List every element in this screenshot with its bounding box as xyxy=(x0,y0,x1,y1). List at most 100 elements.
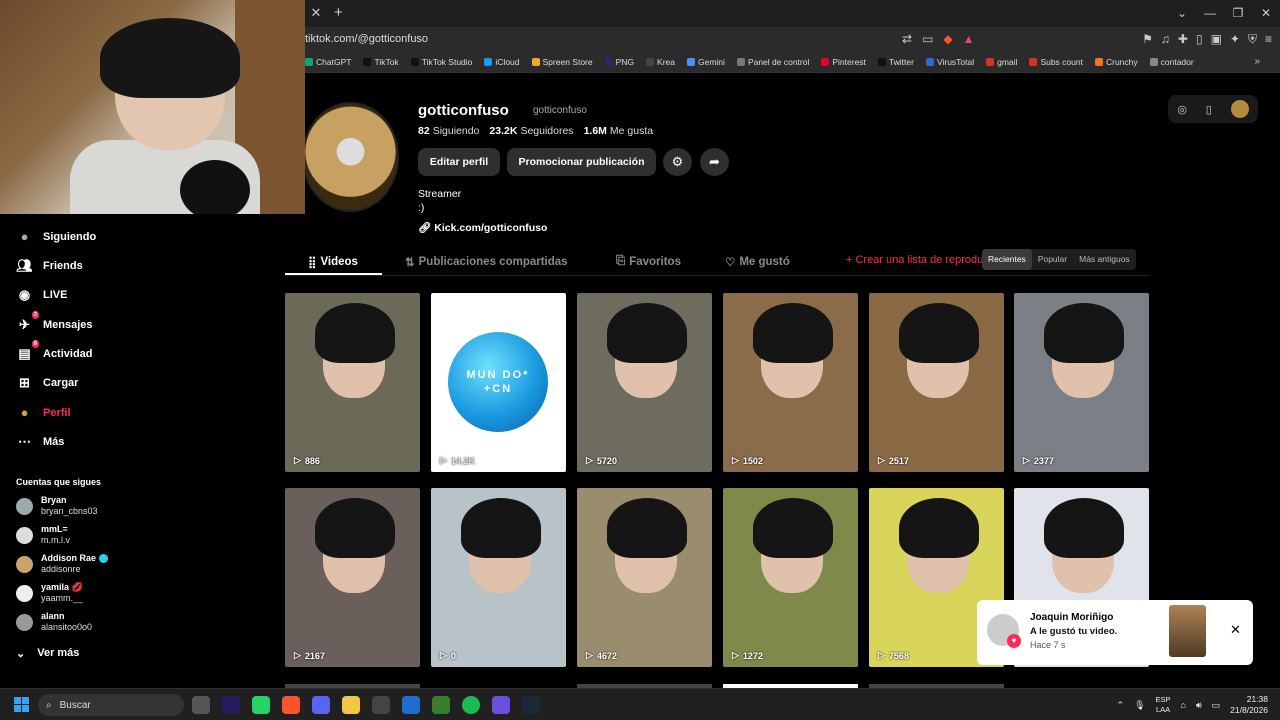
battery-icon[interactable]: ▭ xyxy=(1212,700,1221,711)
video-card[interactable]: ▷ 2517 xyxy=(869,293,1004,472)
network-icon[interactable]: ⌂ xyxy=(1181,700,1186,710)
video-card[interactable]: ▷ 886 xyxy=(285,293,420,472)
sort-option[interactable]: Recientes xyxy=(982,249,1032,270)
bookmark-item[interactable]: Gemini xyxy=(687,57,725,67)
sidebar-item-ms[interactable]: ⋯ Más xyxy=(16,433,64,450)
tab-list-icon[interactable]: ⌄ xyxy=(1168,0,1196,27)
settings-gear-icon[interactable]: ⚙ xyxy=(663,148,692,176)
obs-icon[interactable] xyxy=(372,696,390,714)
profile-avatar[interactable] xyxy=(302,102,399,212)
video-card[interactable]: ▷ 2167 xyxy=(285,488,420,667)
tab-reposts[interactable]: ⇅ Publicaciones compartidas xyxy=(405,255,568,269)
tab-liked[interactable]: ♡ Me gustó xyxy=(725,255,790,269)
video-card[interactable]: ▷ 1272 xyxy=(723,488,858,667)
video-card[interactable]: ▷ 1502 xyxy=(723,293,858,472)
coins-icon[interactable]: ◎ xyxy=(1177,103,1187,116)
microphone-icon[interactable]: 🎙︎ xyxy=(1134,700,1145,711)
bookmark-item[interactable]: Panel de control xyxy=(736,57,809,67)
spotify-icon[interactable] xyxy=(462,696,480,714)
notification-video-thumbnail[interactable] xyxy=(1169,605,1206,657)
bookmark-item[interactable]: iCloud xyxy=(484,57,520,67)
sort-option[interactable]: Popular xyxy=(1032,249,1073,270)
edit-profile-button[interactable]: Editar perfil xyxy=(418,148,500,176)
video-card[interactable]: ▷ 0 xyxy=(431,488,566,667)
bookmark-item[interactable]: TikTok Studio xyxy=(410,57,472,67)
media-player-icon[interactable] xyxy=(492,696,510,714)
bookmark-item[interactable]: gmail xyxy=(986,57,1017,67)
tab-videos[interactable]: ⣿ Videos xyxy=(308,255,358,269)
minimize-icon[interactable]: — xyxy=(1196,0,1224,27)
bookmark-item[interactable]: VirusTotal xyxy=(925,57,974,67)
vpn-icon[interactable]: ⛨ xyxy=(1248,32,1257,47)
file-explorer-icon[interactable] xyxy=(342,696,360,714)
steam-icon[interactable] xyxy=(522,696,540,714)
cast-icon[interactable]: ▭ xyxy=(922,32,933,46)
wallet-icon[interactable]: ▣ xyxy=(1211,32,1222,47)
windows-start-icon[interactable] xyxy=(14,697,29,712)
language-indicator[interactable]: ESP LAA xyxy=(1156,695,1171,715)
tray-chevron-icon[interactable]: ⌃ xyxy=(1117,700,1125,711)
bookmark-item[interactable]: contador xyxy=(1149,57,1194,67)
bookmark-item[interactable]: PNG xyxy=(604,57,634,67)
tab-close-icon[interactable]: ✕ xyxy=(308,5,324,21)
user-avatar-icon[interactable] xyxy=(1230,100,1249,118)
bookmark-item[interactable]: Crunchy xyxy=(1094,57,1138,67)
following-account[interactable]: Addison Rae addisonre xyxy=(16,553,109,575)
phone-icon[interactable]: ▯ xyxy=(1206,103,1212,116)
share-arrow-icon[interactable]: ➦ xyxy=(700,148,729,176)
discord-icon[interactable] xyxy=(312,696,330,714)
following-account[interactable]: Bryan bryan_cbns03 xyxy=(16,495,98,517)
brave-shield-icon[interactable]: ◆ xyxy=(943,32,952,46)
sidebar-item-live[interactable]: ◉ LIVE xyxy=(16,286,68,303)
video-card[interactable]: ▷ 5720 xyxy=(577,293,712,472)
close-icon[interactable]: ✕ xyxy=(1230,622,1241,638)
premiere-icon[interactable] xyxy=(222,696,240,714)
profile-link[interactable]: 🔗︎ Kick.com/gotticonfuso xyxy=(418,221,547,234)
bookmark-item[interactable]: Pinterest xyxy=(821,57,866,67)
restore-icon[interactable]: ❐ xyxy=(1224,0,1252,27)
sort-option[interactable]: Más antiguos xyxy=(1073,249,1136,270)
sidebar-item-cargar[interactable]: ⊞ Cargar xyxy=(16,374,78,391)
bookmark-item[interactable]: TikTok xyxy=(363,57,399,67)
create-playlist-button[interactable]: + Crear una lista de reproducción xyxy=(846,254,986,266)
new-tab-icon[interactable]: + xyxy=(334,4,343,21)
sidebar-item-perfil[interactable]: ● Perfil xyxy=(16,404,71,421)
url-field[interactable]: tiktok.com/@gotticonfuso xyxy=(305,33,428,45)
bookmark-item[interactable]: ChatGPT xyxy=(305,57,351,67)
see-more-button[interactable]: ⌄ Ver más xyxy=(16,647,79,660)
brave-icon[interactable] xyxy=(282,696,300,714)
music-icon[interactable]: ♫ xyxy=(1161,32,1170,47)
bookmark-item[interactable]: Spreen Store xyxy=(531,57,593,67)
bookmark-item[interactable]: Twitter xyxy=(877,57,914,67)
following-account[interactable]: mmL= m.m.l.v xyxy=(16,524,70,546)
whatsapp-icon[interactable] xyxy=(252,696,270,714)
following-account[interactable]: alann alansitoo0o0 xyxy=(16,611,92,633)
video-card[interactable]: MUN DO* +CN ▷ 14.2K xyxy=(431,293,566,472)
clock[interactable]: 21:38 21/8/2026 xyxy=(1230,694,1268,716)
taskbar-search[interactable]: ⌕ Buscar xyxy=(38,694,184,716)
video-card[interactable]: ▷ 2377 xyxy=(1014,293,1149,472)
puzzle-icon[interactable]: ✚ xyxy=(1178,32,1188,47)
following-account[interactable]: yamila 💋 yaamm.__ xyxy=(16,582,83,604)
sidebar-item-siguiendo[interactable]: ● Siguiendo xyxy=(16,228,97,245)
volume-icon[interactable]: 🔊︎ xyxy=(1196,700,1202,711)
video-card[interactable]: ▷ 4672 xyxy=(577,488,712,667)
translate-icon[interactable]: ⇄ xyxy=(902,32,912,46)
bookmark-item[interactable]: Subs count xyxy=(1029,57,1083,67)
minecraft-icon[interactable] xyxy=(432,696,450,714)
following-stat[interactable]: 82 Siguiendo xyxy=(418,125,479,137)
promote-post-button[interactable]: Promocionar publicación xyxy=(507,148,656,176)
close-window-icon[interactable]: ✕ xyxy=(1252,0,1280,27)
ai-icon[interactable]: ✦ xyxy=(1230,32,1240,47)
store-icon[interactable] xyxy=(402,696,420,714)
sidebar-item-mensajes[interactable]: ✈ 3 Mensajes xyxy=(16,311,93,333)
bookmarks-more-icon[interactable]: » xyxy=(1254,56,1260,67)
extension-icon[interactable]: ⚑ xyxy=(1142,32,1153,47)
sidebar-item-friends[interactable]: 👥︎ Friends xyxy=(16,257,83,274)
sidebar-icon[interactable]: ▯ xyxy=(1196,32,1203,47)
task-view-icon[interactable] xyxy=(192,696,210,714)
bookmark-item[interactable]: Krea xyxy=(646,57,675,67)
tab-favorites[interactable]: ⎘ Favoritos xyxy=(616,255,681,268)
followers-stat[interactable]: 23.2K Seguidores xyxy=(489,125,573,137)
sidebar-item-actividad[interactable]: ▤ 9 Actividad xyxy=(16,340,93,362)
